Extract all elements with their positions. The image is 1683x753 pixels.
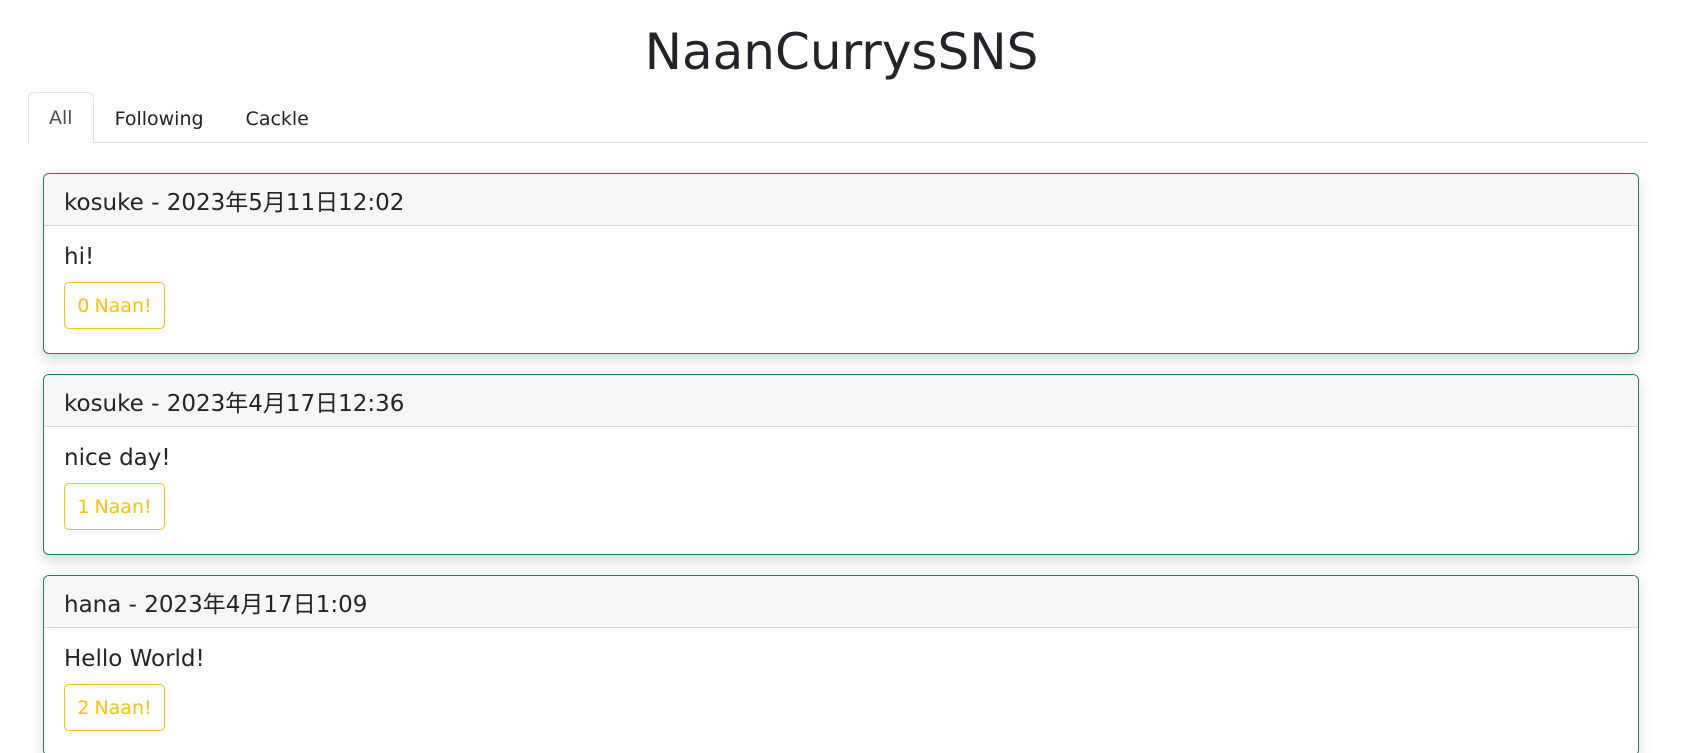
naan-button[interactable]: 1 Naan! (64, 483, 165, 530)
naan-count: 0 (77, 294, 90, 317)
post-list: kosuke - 2023年5月11日12:02 hi! 0 Naan! kos… (43, 173, 1639, 753)
tab-cackle[interactable]: Cackle (225, 94, 330, 143)
naan-count: 2 (77, 696, 90, 719)
post-body: nice day! 1 Naan! (44, 427, 1638, 530)
app-title: NaanCurrysSNS (644, 23, 1039, 81)
naan-label: Naan! (94, 294, 152, 317)
post-header: kosuke - 2023年4月17日12:36 (44, 375, 1638, 427)
post-body: hi! 0 Naan! (44, 226, 1638, 329)
post-header: kosuke - 2023年5月11日12:02 (44, 174, 1638, 226)
naan-label: Naan! (94, 696, 152, 719)
tab-following-label: Following (114, 108, 204, 130)
post-header: hana - 2023年4月17日1:09 (44, 576, 1638, 628)
tab-cackle-label: Cackle (245, 108, 309, 130)
post-card: hana - 2023年4月17日1:09 Hello World! 2 Naa… (43, 575, 1639, 753)
tab-all[interactable]: All (28, 92, 94, 143)
tab-bar: All Following Cackle (28, 92, 1648, 143)
post-text: nice day! (64, 445, 171, 471)
post-card: kosuke - 2023年4月17日12:36 nice day! 1 Naa… (43, 374, 1639, 555)
naan-count: 1 (77, 495, 90, 518)
page: NaanCurrysSNS All Following Cackle kosuk… (0, 0, 1683, 753)
post-text: hi! (64, 244, 95, 270)
post-body: Hello World! 2 Naan! (44, 628, 1638, 731)
tab-all-label: All (49, 107, 73, 129)
tab-following[interactable]: Following (94, 94, 225, 143)
post-card: kosuke - 2023年5月11日12:02 hi! 0 Naan! (43, 173, 1639, 354)
naan-label: Naan! (94, 495, 152, 518)
naan-button[interactable]: 0 Naan! (64, 282, 165, 329)
naan-button[interactable]: 2 Naan! (64, 684, 165, 731)
post-text: Hello World! (64, 646, 205, 672)
